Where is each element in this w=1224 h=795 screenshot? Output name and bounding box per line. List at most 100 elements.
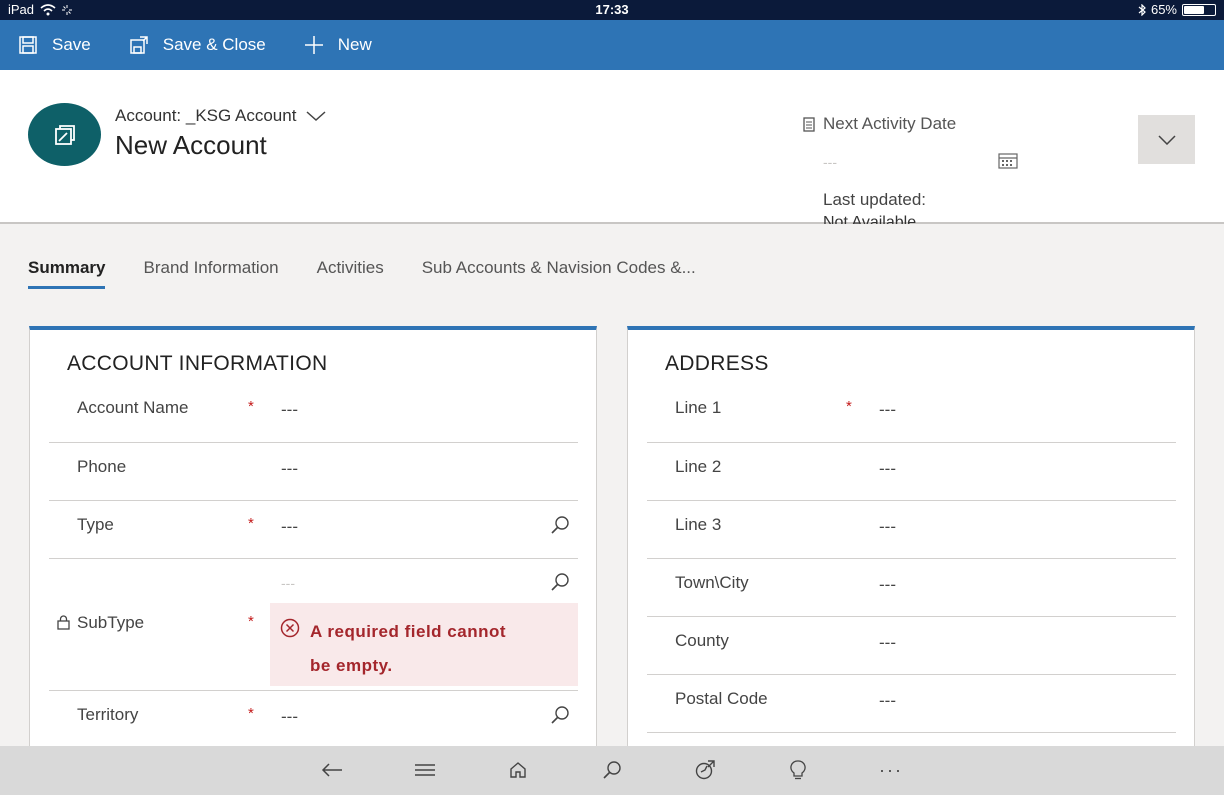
search-button[interactable] bbox=[600, 758, 624, 782]
field-label: Line 2 bbox=[675, 457, 722, 476]
next-activity-date-field[interactable]: --- bbox=[823, 154, 837, 170]
battery-percent: 65% bbox=[1150, 2, 1177, 17]
lookup-search-icon[interactable] bbox=[550, 705, 570, 725]
battery-level-fill bbox=[1184, 5, 1204, 14]
chevron-down-icon bbox=[306, 111, 326, 122]
field-territory[interactable]: Territory * --- bbox=[49, 691, 578, 748]
field-value[interactable]: --- bbox=[879, 691, 896, 711]
lock-icon bbox=[57, 615, 70, 630]
field-label: County bbox=[675, 631, 729, 650]
save-close-label: Save & Close bbox=[162, 35, 266, 54]
tab-summary[interactable]: Summary bbox=[28, 258, 106, 289]
last-updated-value: Not Available bbox=[823, 214, 917, 224]
required-indicator: * bbox=[248, 613, 254, 630]
field-value[interactable]: --- bbox=[281, 400, 298, 420]
next-activity-date-text: Next Activity Date bbox=[823, 114, 957, 133]
new-label: New bbox=[337, 35, 372, 54]
field-label: Type bbox=[77, 515, 114, 534]
account-entity-icon bbox=[54, 124, 75, 145]
plus-icon bbox=[304, 36, 323, 54]
field-value[interactable]: --- bbox=[879, 575, 896, 595]
field-value[interactable]: --- bbox=[879, 633, 896, 653]
field-label: Line 3 bbox=[675, 515, 722, 534]
insights-button[interactable] bbox=[786, 758, 810, 782]
tab-brand-information[interactable]: Brand Information bbox=[143, 258, 278, 289]
required-indicator: * bbox=[846, 398, 852, 415]
required-indicator: * bbox=[248, 705, 254, 722]
back-arrow-icon bbox=[321, 763, 342, 777]
command-bar: Save Save & Close New bbox=[0, 20, 1224, 70]
field-type[interactable]: Type * --- bbox=[49, 501, 578, 559]
field-label: Town\City bbox=[675, 573, 749, 592]
create-compass-icon bbox=[695, 760, 715, 780]
error-text-line2: be empty. bbox=[310, 656, 393, 675]
field-value[interactable]: --- bbox=[281, 459, 298, 479]
battery-icon bbox=[1182, 3, 1216, 16]
error-message: A required field cannot be empty. bbox=[270, 603, 578, 686]
field-town-city[interactable]: Town\City --- bbox=[647, 559, 1176, 617]
field-value[interactable]: --- bbox=[879, 400, 896, 420]
record-header: Account: _KSG Account New Account Next A… bbox=[0, 70, 1224, 224]
account-information-section: ACCOUNT INFORMATION Account Name * --- P… bbox=[29, 326, 597, 748]
new-button[interactable]: New bbox=[304, 35, 372, 55]
entity-form-label: Account: _KSG Account bbox=[115, 106, 297, 125]
bottom-navigation-bar: ··· bbox=[0, 746, 1224, 795]
field-subtype[interactable]: --- SubType * A required field cannot be… bbox=[49, 559, 578, 691]
more-button[interactable]: ··· bbox=[879, 758, 903, 782]
field-label: Territory bbox=[77, 705, 139, 724]
home-button[interactable] bbox=[506, 758, 530, 782]
chevron-down-icon bbox=[1157, 134, 1176, 145]
date-picker-icon[interactable] bbox=[998, 152, 1018, 169]
save-close-button[interactable]: Save & Close bbox=[129, 35, 266, 55]
lookup-search-icon[interactable] bbox=[550, 572, 570, 592]
field-line-3[interactable]: Line 3 --- bbox=[647, 501, 1176, 559]
field-county[interactable]: County --- bbox=[647, 617, 1176, 675]
section-title: ACCOUNT INFORMATION bbox=[67, 352, 328, 375]
field-line-2[interactable]: Line 2 --- bbox=[647, 443, 1176, 501]
field-value[interactable]: --- bbox=[879, 517, 896, 537]
lookup-search-icon[interactable] bbox=[550, 515, 570, 535]
field-phone[interactable]: Phone --- bbox=[49, 443, 578, 501]
status-bar: iPad 17:33 65% bbox=[0, 0, 1224, 20]
field-value[interactable]: --- bbox=[281, 575, 295, 591]
error-icon bbox=[280, 618, 300, 638]
back-button[interactable] bbox=[320, 758, 344, 782]
field-value[interactable]: --- bbox=[879, 459, 896, 479]
field-postal-code[interactable]: Postal Code --- bbox=[647, 675, 1176, 733]
field-label: Postal Code bbox=[675, 689, 768, 708]
form-tabs: Summary Brand Information Activities Sub… bbox=[28, 258, 734, 289]
bluetooth-icon bbox=[1138, 3, 1146, 16]
tab-sub-accounts[interactable]: Sub Accounts & Navision Codes &... bbox=[422, 258, 696, 289]
account-avatar bbox=[28, 103, 101, 166]
menu-button[interactable] bbox=[413, 758, 437, 782]
field-label: Phone bbox=[77, 457, 127, 476]
search-icon bbox=[603, 761, 621, 779]
status-time: 17:33 bbox=[595, 2, 629, 17]
field-label: Line 1 bbox=[675, 398, 722, 417]
record-title: New Account bbox=[115, 130, 267, 160]
field-value[interactable]: --- bbox=[281, 707, 298, 727]
field-account-name[interactable]: Account Name * --- bbox=[49, 378, 578, 443]
required-indicator: * bbox=[248, 398, 254, 415]
field-label: Account Name bbox=[77, 398, 189, 417]
save-icon bbox=[19, 36, 37, 54]
tab-activities[interactable]: Activities bbox=[317, 258, 384, 289]
header-expand-button[interactable] bbox=[1138, 115, 1195, 164]
field-line-1[interactable]: Line 1 * --- bbox=[647, 378, 1176, 443]
hamburger-menu-icon bbox=[415, 764, 435, 776]
next-activity-date-label: Next Activity Date bbox=[803, 114, 956, 134]
section-title: ADDRESS bbox=[665, 352, 769, 375]
save-button[interactable]: Save bbox=[18, 35, 91, 55]
field-value[interactable]: --- bbox=[281, 517, 298, 537]
home-icon bbox=[510, 762, 526, 778]
last-updated-label: Last updated: bbox=[823, 190, 927, 209]
required-indicator: * bbox=[248, 515, 254, 532]
field-label: SubType bbox=[77, 613, 145, 632]
create-button[interactable] bbox=[693, 758, 717, 782]
error-text-line1: A required field cannot bbox=[310, 622, 507, 641]
save-label: Save bbox=[52, 35, 91, 54]
lightbulb-icon bbox=[790, 760, 806, 780]
calendar-icon bbox=[803, 116, 815, 132]
entity-form-selector[interactable]: Account: _KSG Account bbox=[115, 106, 326, 126]
address-section: ADDRESS Line 1 * --- Line 2 --- Line 3 -… bbox=[627, 326, 1195, 746]
